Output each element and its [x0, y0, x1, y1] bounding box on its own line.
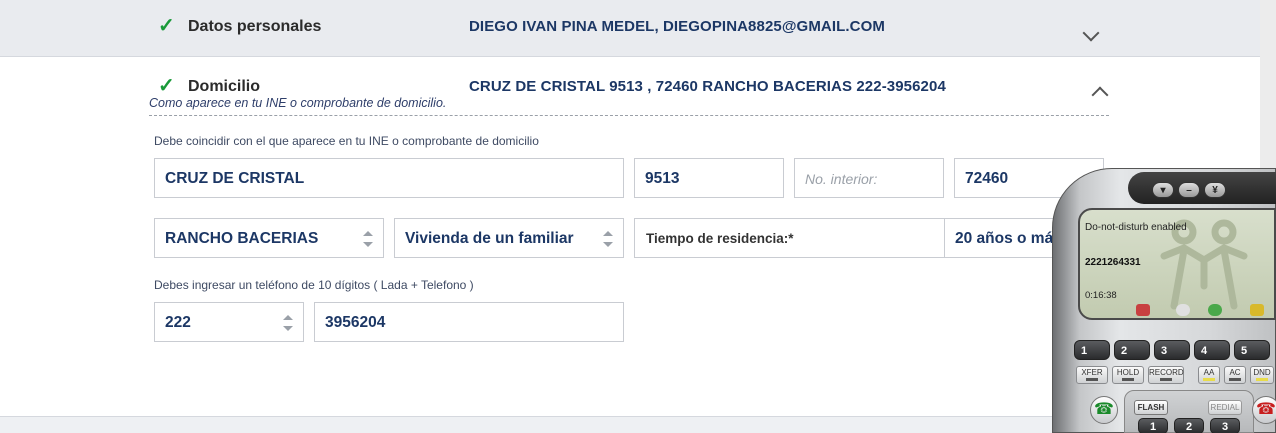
address-hint: Debe coincidir con el que aparece en tu … — [154, 134, 539, 148]
xfer-button[interactable]: XFER — [1076, 366, 1108, 384]
int-number-placeholder: No. interior: — [805, 171, 878, 187]
softphone-widget[interactable]: ▾ – ¥ Do-not-disturb enabled 2221264331 … — [1042, 168, 1276, 433]
int-number-input[interactable]: No. interior: — [794, 158, 944, 198]
colony-value: RANCHO BACERIAS — [165, 230, 319, 247]
ext-number-input[interactable]: 9513 — [634, 158, 784, 198]
phone-number-input[interactable]: 3956204 — [314, 302, 624, 342]
housing-type-value: Vivienda de un familiar — [405, 230, 574, 247]
section-address-title: Domicilio — [188, 78, 261, 95]
section-address-subtitle: Como aparece en tu INE o comprobante de … — [149, 96, 447, 110]
residence-label: Tiempo de residencia:* — [646, 231, 794, 246]
softphone-number: 2221264331 — [1085, 257, 1141, 268]
line-key-5[interactable]: 5 — [1234, 340, 1270, 360]
street-value: CRUZ DE CRISTAL — [165, 170, 305, 187]
phone-number-value: 3956204 — [325, 314, 386, 331]
xfer-label: XFER — [1081, 368, 1103, 377]
line-key-3[interactable]: 3 — [1154, 340, 1190, 360]
section-address-summary: CRUZ DE CRISTAL 9513 , 72460 RANCHO BACE… — [469, 78, 946, 95]
record-button[interactable]: RECORD — [1148, 366, 1184, 384]
ext-number-value: 9513 — [645, 170, 680, 187]
line-key-1[interactable]: 1 — [1074, 340, 1110, 360]
select-arrows-icon — [283, 315, 293, 331]
softphone-status-text: Do-not-disturb enabled — [1085, 222, 1187, 233]
check-icon: ✓ — [158, 15, 175, 37]
area-code-value: 222 — [165, 314, 191, 331]
hold-label: HOLD — [1116, 368, 1140, 377]
softphone-timer: 0:16:38 — [1085, 290, 1117, 301]
softphone-topbar: ▾ – ¥ — [1128, 172, 1276, 204]
call-icon[interactable]: ☎ — [1090, 396, 1118, 424]
housing-type-select[interactable]: Vivienda de un familiar — [394, 218, 624, 258]
aa-label: AA — [1203, 368, 1215, 377]
flash-button[interactable]: FLASH — [1134, 400, 1168, 415]
line-key-4[interactable]: 4 — [1194, 340, 1230, 360]
line-keys: 1 2 3 4 5 — [1072, 340, 1276, 362]
ac-button[interactable]: AC — [1224, 366, 1246, 384]
divider — [149, 115, 1109, 116]
colony-select[interactable]: RANCHO BACERIAS — [154, 218, 384, 258]
postal-code-value: 72460 — [965, 170, 1009, 187]
function-keys: XFER HOLD RECORD AA AC DND — [1072, 366, 1276, 388]
select-arrows-icon — [603, 231, 613, 247]
unlock-icon — [1250, 304, 1264, 316]
softphone-collapse-button[interactable]: ¥ — [1204, 182, 1226, 198]
section-personal-title: Datos personales — [188, 18, 322, 35]
check-icon: ✓ — [158, 75, 175, 97]
residence-label-box: Tiempo de residencia:* — [634, 218, 945, 258]
hold-button[interactable]: HOLD — [1112, 366, 1144, 384]
dial-key-3[interactable]: 3 — [1210, 418, 1240, 433]
add-contact-icon — [1208, 304, 1222, 316]
softphone-minimize-button[interactable]: – — [1178, 182, 1200, 198]
softphone-menu-button[interactable]: ▾ — [1152, 182, 1174, 198]
chevron-down-icon[interactable] — [1082, 24, 1100, 42]
street-input[interactable]: CRUZ DE CRISTAL — [154, 158, 624, 198]
dnd-label: DND — [1253, 368, 1271, 377]
redial-button[interactable]: REDIAL — [1208, 400, 1242, 415]
user-icon — [1176, 304, 1190, 316]
phone-status-icon — [1136, 304, 1150, 316]
aa-button[interactable]: AA — [1198, 366, 1220, 384]
line-key-2[interactable]: 2 — [1114, 340, 1150, 360]
ac-label: AC — [1229, 368, 1241, 377]
dial-key-1[interactable]: 1 — [1138, 418, 1168, 433]
area-code-select[interactable]: 222 — [154, 302, 304, 342]
dnd-button[interactable]: DND — [1250, 366, 1274, 384]
softphone-screen: Do-not-disturb enabled 2221264331 0:16:3… — [1078, 208, 1276, 320]
select-arrows-icon — [363, 231, 373, 247]
dial-key-2[interactable]: 2 — [1174, 418, 1204, 433]
phone-hint: Debes ingresar un teléfono de 10 dígitos… — [154, 278, 474, 292]
section-personal-summary: DIEGO IVAN PINA MEDEL, DIEGOPINA8825@GMA… — [469, 18, 885, 35]
hangup-icon[interactable]: ☎ — [1252, 396, 1276, 424]
record-label: RECORD — [1149, 368, 1184, 377]
section-personal-header[interactable]: ✓ Datos personales DIEGO IVAN PINA MEDEL… — [0, 0, 1260, 57]
